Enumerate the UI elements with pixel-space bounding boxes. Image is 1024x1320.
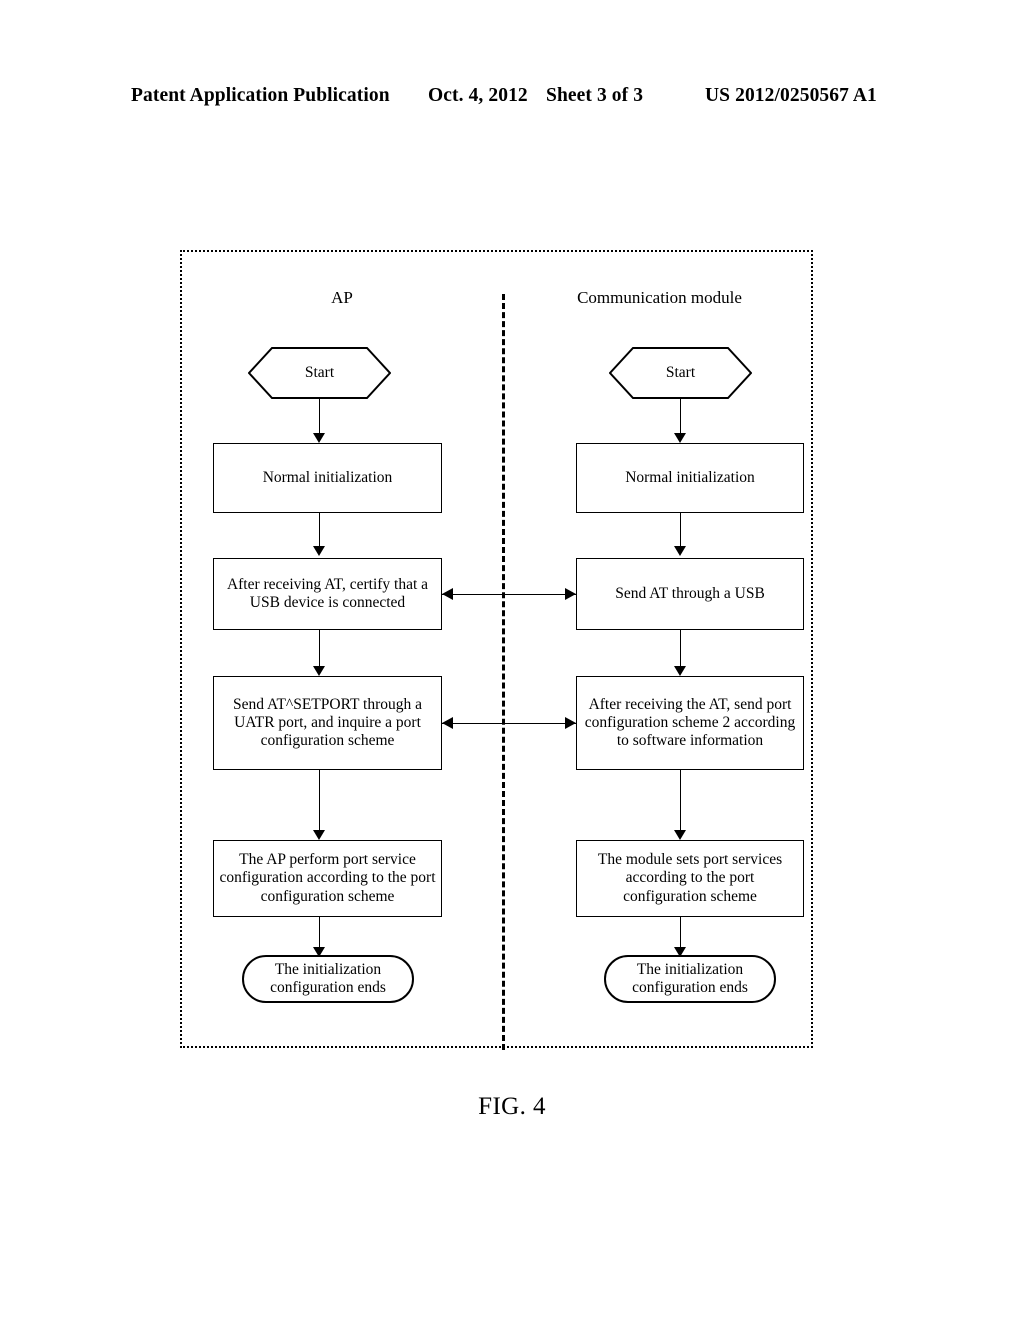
- right-step-module-sets-port-services: The module sets port services according …: [576, 840, 804, 917]
- cross-connector-step3: [442, 723, 576, 724]
- right-step2-label: Send AT through a USB: [615, 584, 765, 602]
- right-connector-step2-step3: [680, 630, 681, 668]
- left-step3-label: Send AT^SETPORT through a UATR port, and…: [232, 695, 423, 750]
- lane-title-module: Communication module: [577, 288, 742, 307]
- patent-number: US 2012/0250567 A1: [705, 85, 877, 106]
- right-arrowhead-step1: [674, 433, 686, 443]
- right-connector-step1-step2: [680, 513, 681, 548]
- left-end-label: The initialization configuration ends: [270, 960, 386, 996]
- left-connector-step3-step4: [319, 770, 320, 832]
- left-connector-step4-end: [319, 917, 320, 951]
- left-end-terminator: The initialization configuration ends: [242, 955, 414, 1003]
- left-connector-step1-step2: [319, 513, 320, 548]
- right-step-send-port-configuration-scheme: After receiving the AT, send port config…: [576, 676, 804, 770]
- left-step1-label: Normal initialization: [262, 468, 393, 486]
- right-arrowhead-step4: [674, 830, 686, 840]
- left-start-label: Start: [304, 364, 335, 381]
- right-connector-start-step1: [680, 399, 681, 435]
- right-start-label: Start: [665, 364, 696, 381]
- figure-frame: AP Communication module Start Normal ini…: [180, 250, 813, 1050]
- right-connector-step4-end: [680, 917, 681, 951]
- cross-connector-step2: [442, 594, 576, 595]
- right-arrowhead-step3: [674, 666, 686, 676]
- left-step-certify-usb-device: After receiving AT, certify that a USB d…: [213, 558, 442, 630]
- right-step4-label: The module sets port services according …: [597, 851, 783, 905]
- right-connector-step3-step4: [680, 770, 681, 832]
- swimlane-divider: [502, 294, 505, 1050]
- right-step3-label: After receiving the AT, send port config…: [584, 695, 796, 750]
- left-arrowhead-step2: [313, 546, 325, 556]
- right-step-normal-initialization: Normal initialization: [576, 443, 804, 513]
- right-step-send-at-through-usb: Send AT through a USB: [576, 558, 804, 630]
- left-start-terminator: Start: [248, 347, 391, 399]
- left-arrowhead-step3: [313, 666, 325, 676]
- left-arrowhead-step4: [313, 830, 325, 840]
- left-step4-label: The AP perform port service configuratio…: [219, 851, 436, 905]
- right-end-terminator: The initialization configuration ends: [604, 955, 776, 1003]
- left-step-normal-initialization: Normal initialization: [213, 443, 442, 513]
- figure-caption: FIG. 4: [478, 1093, 546, 1120]
- left-connector-step2-step3: [319, 630, 320, 668]
- sheet-number: Sheet 3 of 3: [546, 85, 644, 106]
- right-step1-label: Normal initialization: [625, 468, 755, 486]
- right-arrowhead-step2: [674, 546, 686, 556]
- right-end-label: The initialization configuration ends: [632, 960, 748, 996]
- patent-header: Patent Application Publication Oct. 4, 2…: [0, 85, 1024, 115]
- left-step-ap-port-service-configuration: The AP perform port service configuratio…: [213, 840, 442, 917]
- publication-label: Patent Application Publication: [131, 85, 390, 106]
- left-connector-start-step1: [319, 399, 320, 435]
- cross-arrowhead-step3-left: [442, 717, 453, 729]
- left-arrowhead-step1: [313, 433, 325, 443]
- right-start-terminator: Start: [609, 347, 752, 399]
- left-step2-label: After receiving AT, certify that a USB d…: [226, 575, 429, 611]
- cross-arrowhead-step2-right: [565, 588, 576, 600]
- left-step-send-at-setport: Send AT^SETPORT through a UATR port, and…: [213, 676, 442, 770]
- cross-arrowhead-step3-right: [565, 717, 576, 729]
- publication-date: Oct. 4, 2012: [428, 85, 528, 106]
- cross-arrowhead-step2-left: [442, 588, 453, 600]
- lane-title-ap: AP: [331, 288, 353, 307]
